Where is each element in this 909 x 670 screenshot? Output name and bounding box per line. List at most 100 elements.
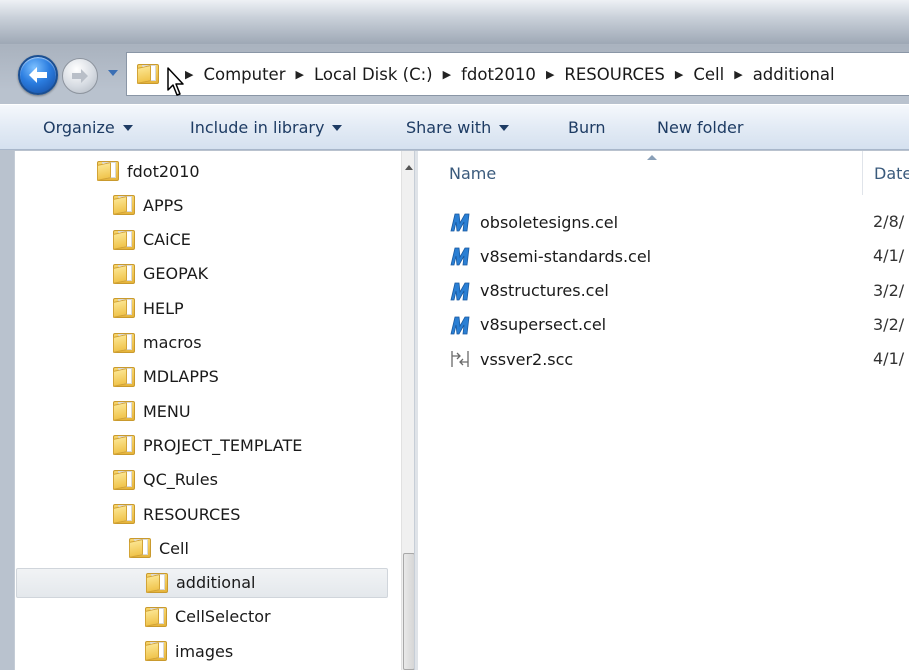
tree-item-label: APPS xyxy=(143,195,184,215)
folder-icon xyxy=(146,572,168,593)
file-row[interactable]: obsoletesigns.cel xyxy=(448,207,618,237)
tree-item[interactable]: CAiCE xyxy=(113,225,191,255)
breadcrumb-separator-icon[interactable]: ▶ xyxy=(185,68,193,81)
file-list: Name Date obsoletesigns.cel 2/8/v8semi-st… xyxy=(418,151,909,670)
microstation-icon xyxy=(450,213,470,232)
folder-icon xyxy=(113,469,135,490)
breadcrumb-item[interactable]: Local Disk (C:) xyxy=(314,65,433,84)
breadcrumb-item[interactable]: Cell xyxy=(693,65,724,84)
tree-item[interactable]: PROJECT_TEMPLATE xyxy=(113,430,302,460)
breadcrumb-separator-icon[interactable]: ▶ xyxy=(443,68,451,81)
breadcrumb-item[interactable]: RESOURCES xyxy=(564,65,665,84)
breadcrumb-item[interactable]: Computer xyxy=(203,65,285,84)
folder-icon xyxy=(145,641,167,662)
navigation-scrollbar[interactable] xyxy=(401,151,414,670)
tree-item-label: QC_Rules xyxy=(143,470,218,490)
new-folder-button[interactable]: New folder xyxy=(657,118,743,137)
include-in-library-label: Include in library xyxy=(190,118,325,137)
scroll-thumb[interactable] xyxy=(403,553,414,670)
folder-icon xyxy=(113,298,135,319)
chevron-down-icon xyxy=(122,124,133,131)
file-name: vssver2.scc xyxy=(480,349,574,369)
file-name: v8structures.cel xyxy=(480,281,609,301)
command-toolbar: Organize Include in library Share with B… xyxy=(0,104,909,150)
mouse-cursor-icon xyxy=(167,67,184,96)
tree-item[interactable]: QC_Rules xyxy=(113,465,218,495)
folder-icon xyxy=(113,195,135,216)
scroll-up-icon[interactable] xyxy=(405,165,413,170)
forward-button[interactable] xyxy=(62,58,98,94)
tree-item[interactable]: HELP xyxy=(113,293,184,323)
microstation-icon xyxy=(450,247,470,266)
tree-item-label: fdot2010 xyxy=(127,161,200,181)
folder-icon xyxy=(113,435,135,456)
recent-pages-dropdown[interactable] xyxy=(108,70,118,76)
file-row[interactable]: v8structures.cel xyxy=(448,276,609,306)
tree-item-label: macros xyxy=(143,333,202,352)
file-date: 4/1/ xyxy=(873,349,905,369)
navigation-bar: ▶ Computer ▶ Local Disk (C:) ▶ fdot2010 ▶ RESOU… xyxy=(0,44,909,104)
breadcrumb-separator-icon[interactable]: ▶ xyxy=(734,68,742,81)
tree-item[interactable]: MDLAPPS xyxy=(113,362,219,392)
organize-label: Organize xyxy=(43,118,115,137)
tree-item-label: PROJECT_TEMPLATE xyxy=(143,435,303,455)
folder-icon xyxy=(113,504,135,524)
folder-icon xyxy=(113,332,135,353)
breadcrumb: ▶ Computer ▶ Local Disk (C:) ▶ fdot2010 ▶ RESOU… xyxy=(175,65,835,84)
file-name: obsoletesigns.cel xyxy=(480,212,619,232)
tree-item[interactable]: RESOURCES xyxy=(113,499,240,529)
column-header-name[interactable]: Name xyxy=(449,151,496,195)
breadcrumb-separator-icon[interactable]: ▶ xyxy=(675,68,683,81)
tree-item-label: GEOPAK xyxy=(143,264,209,284)
breadcrumb-item[interactable]: additional xyxy=(753,65,835,84)
file-row[interactable]: vssver2.scc xyxy=(448,344,573,374)
tree-item-label: CAiCE xyxy=(143,230,191,250)
file-date: 3/2/ xyxy=(873,314,905,334)
tree-item-label: CellSelector xyxy=(175,607,271,627)
folder-icon xyxy=(129,538,151,559)
include-in-library-button[interactable]: Include in library xyxy=(190,118,343,137)
breadcrumb-separator-icon[interactable]: ▶ xyxy=(546,68,554,81)
breadcrumb-item[interactable]: fdot2010 xyxy=(461,65,536,84)
file-name: v8supersect.cel xyxy=(480,315,607,335)
tree-item-label: Cell xyxy=(159,538,189,558)
microstation-icon xyxy=(450,282,470,300)
back-button[interactable] xyxy=(18,55,58,95)
tree-item[interactable]: fdot2010 xyxy=(97,156,200,186)
folder-icon xyxy=(145,606,167,627)
tree-item-label: MENU xyxy=(143,401,191,421)
tree-item[interactable]: GEOPAK xyxy=(113,259,208,289)
tree-item-label: HELP xyxy=(143,298,184,318)
tree-item-label: MDLAPPS xyxy=(143,367,219,387)
back-arrow-icon xyxy=(29,67,47,83)
breadcrumb-separator-icon[interactable]: ▶ xyxy=(296,68,304,81)
tree-item[interactable]: additional xyxy=(16,567,388,598)
folder-icon xyxy=(113,263,135,284)
folder-icon xyxy=(137,64,161,84)
navigation-pane: fdot2010 APPS CAiCE GEOPAK HELP macros MDLAPPS… xyxy=(14,151,414,670)
share-with-button[interactable]: Share with xyxy=(406,118,510,137)
burn-button[interactable]: Burn xyxy=(568,118,606,137)
tree-item[interactable]: MENU xyxy=(113,396,191,426)
tree-item-label: RESOURCES xyxy=(143,504,241,524)
organize-button[interactable]: Organize xyxy=(43,118,133,137)
column-header-date[interactable]: Date xyxy=(874,151,909,195)
tree-item[interactable]: Cell xyxy=(129,533,189,563)
folder-icon xyxy=(113,401,135,422)
share-with-label: Share with xyxy=(406,118,492,137)
tree-item[interactable]: CellSelector xyxy=(145,602,271,632)
forward-arrow-icon xyxy=(72,69,88,83)
tree-item[interactable]: APPS xyxy=(113,190,183,220)
address-bar[interactable]: ▶ Computer ▶ Local Disk (C:) ▶ fdot2010 ▶ RESOU… xyxy=(126,52,909,96)
tree-item[interactable]: images xyxy=(145,636,233,666)
tree-item[interactable]: macros xyxy=(113,328,202,358)
chevron-down-icon xyxy=(499,124,510,131)
file-date: 3/2/ xyxy=(873,280,905,300)
scc-file-icon xyxy=(451,351,469,368)
tree-item-label: images xyxy=(175,641,234,661)
file-date: 4/1/ xyxy=(873,246,905,266)
file-date: 2/8/ xyxy=(873,212,905,231)
column-divider[interactable] xyxy=(862,151,863,195)
file-row[interactable]: v8semi-standards.cel xyxy=(448,241,651,271)
file-row[interactable]: v8supersect.cel xyxy=(448,310,606,340)
